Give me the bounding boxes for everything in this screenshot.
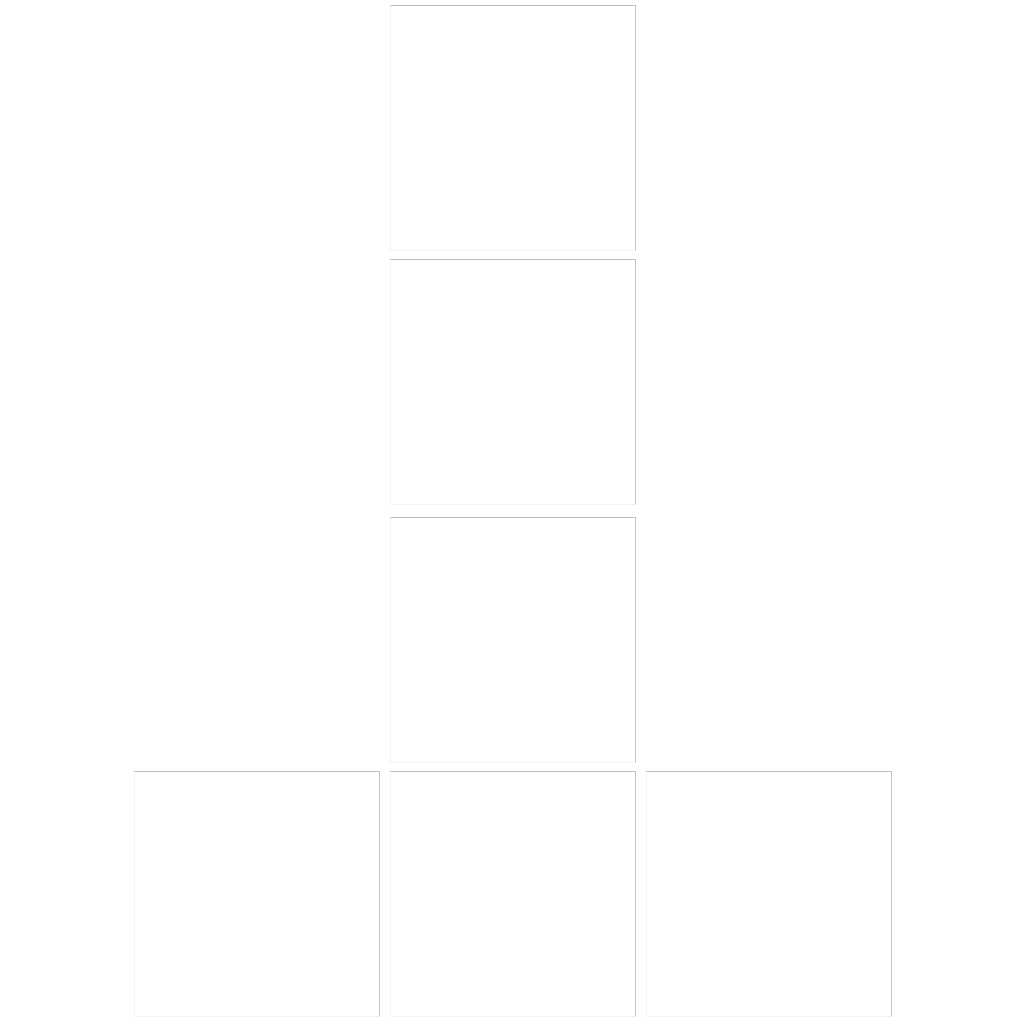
tile-bottom-right[interactable] — [646, 771, 892, 1017]
tile-bottom-left[interactable] — [134, 771, 380, 1017]
tile-board — [0, 0, 1024, 1024]
tile-column-top[interactable] — [390, 5, 636, 251]
tile-bottom-center[interactable] — [390, 771, 636, 1017]
tile-column-third[interactable] — [390, 517, 636, 763]
tile-column-second[interactable] — [390, 259, 636, 505]
